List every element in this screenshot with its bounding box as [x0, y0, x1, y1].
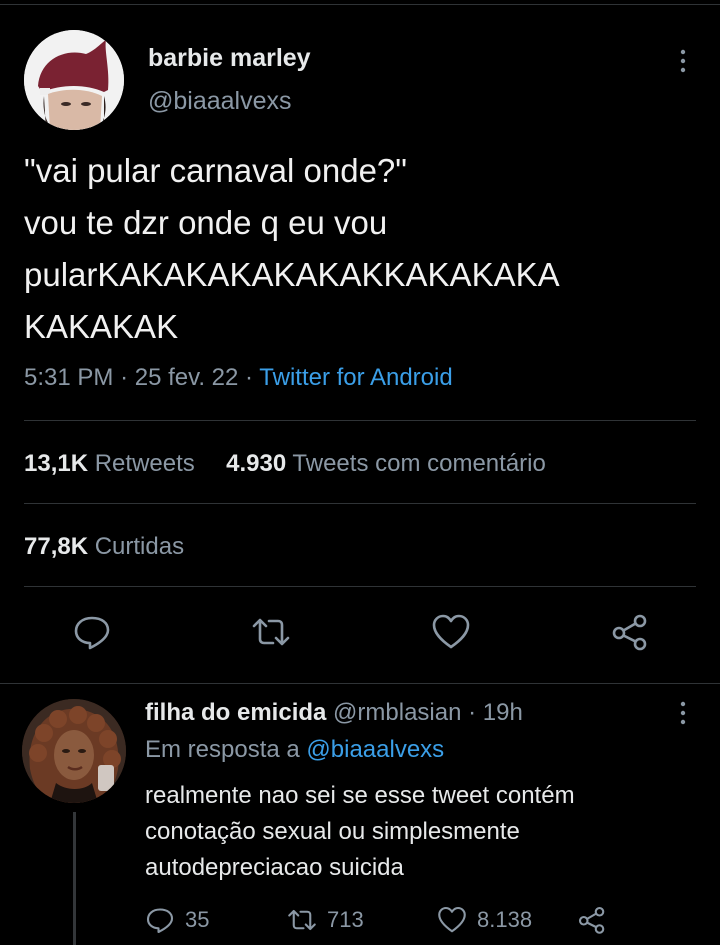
display-name[interactable]: barbie marley [148, 44, 311, 73]
replying-to-label: Em resposta a [145, 736, 300, 763]
comment-icon [74, 616, 110, 650]
reply-text: realmente nao sei se esse tweet contém c… [145, 782, 575, 881]
reply-comment-button[interactable]: 35 [145, 904, 209, 936]
retweets-count: 13,1K [24, 450, 89, 477]
thread-connector-line [73, 812, 76, 945]
divider [24, 420, 696, 421]
quotes-stat[interactable]: 4.930 Tweets com comentário [226, 450, 546, 477]
reply-like-button[interactable]: 8.138 [437, 904, 532, 936]
reply-button[interactable] [72, 612, 112, 652]
more-options-icon[interactable] [668, 46, 698, 76]
retweet-button[interactable] [251, 612, 291, 652]
tweet-text: "vai pular carnaval onde?" vou te dzr on… [24, 152, 560, 345]
divider [24, 503, 696, 504]
likes-stat[interactable]: 77,8K Curtidas [24, 533, 184, 561]
likes-count: 77,8K [24, 533, 89, 560]
share-icon [578, 906, 605, 934]
reply-retweet-count: 713 [327, 907, 364, 932]
quotes-label: Tweets com comentário [292, 450, 546, 477]
meta-separator: · [468, 699, 477, 726]
retweet-icon [252, 618, 290, 646]
likes-label: Curtidas [94, 533, 185, 560]
reply-like-count: 8.138 [477, 907, 533, 932]
comment-icon [146, 908, 174, 934]
avatar-image [24, 30, 124, 130]
reply-display-name[interactable]: filha do emicida [145, 699, 326, 726]
retweets-stat[interactable]: 13,1K Retweets [24, 450, 195, 477]
divider [24, 586, 696, 587]
thread-divider [0, 683, 720, 684]
user-handle[interactable]: @biaaalvexs [148, 87, 292, 116]
quotes-count: 4.930 [226, 450, 287, 477]
reply-retweet-button[interactable]: 713 [287, 904, 364, 936]
tweet-date: 25 fev. 22 [134, 364, 239, 391]
top-divider [0, 4, 720, 5]
reply-avatar[interactable] [22, 699, 126, 803]
tweet-source-link[interactable]: Twitter for Android [259, 364, 452, 391]
reply-time[interactable]: 19h [483, 699, 523, 726]
like-button[interactable] [431, 612, 471, 652]
reply-avatar-image [22, 699, 126, 803]
replying-to-mention[interactable]: @biaaalvexs [306, 736, 444, 763]
avatar[interactable] [24, 30, 124, 130]
reply-header: filha do emicida @rmblasian · 19h [145, 699, 523, 727]
reply-comment-count: 35 [185, 907, 210, 932]
reply-handle[interactable]: @rmblasian [333, 699, 461, 726]
replying-to: Em resposta a @biaaalvexs [145, 736, 444, 764]
meta-separator: · [245, 364, 260, 391]
meta-separator: · [120, 364, 135, 391]
tweet-meta: 5:31 PM · 25 fev. 22 · Twitter for Andro… [24, 364, 453, 392]
retweets-label: Retweets [94, 450, 195, 477]
share-button[interactable] [610, 612, 650, 652]
engagement-stats: 13,1K Retweets 4.930 Tweets com comentár… [24, 450, 546, 478]
more-options-icon[interactable] [668, 698, 698, 728]
share-icon [612, 614, 647, 651]
reply-share-button[interactable] [577, 904, 617, 936]
retweet-icon [288, 909, 316, 931]
heart-icon [432, 614, 470, 649]
heart-icon [438, 906, 466, 933]
tweet-time: 5:31 PM [24, 364, 114, 391]
